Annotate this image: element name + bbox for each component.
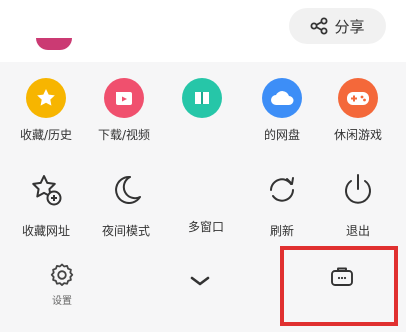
star-icon — [26, 78, 66, 118]
share-icon — [310, 17, 328, 35]
gamepad-icon — [338, 78, 378, 118]
menu-item-casual-games[interactable]: 休闲游戏 — [318, 78, 398, 143]
menu-item-refresh[interactable]: 刷新 — [242, 170, 322, 239]
menu-item-exit[interactable]: 退出 — [318, 170, 398, 239]
settings-button[interactable]: 设置 — [22, 262, 102, 307]
top-area: 分享 — [0, 0, 406, 62]
book-icon — [182, 78, 222, 118]
star-add-icon — [32, 175, 62, 206]
cloud-icon — [262, 78, 302, 118]
menu-item-download-video[interactable]: 下载/视频 — [84, 78, 164, 143]
power-icon — [345, 174, 371, 204]
download-video-icon — [104, 78, 144, 118]
highlight-box — [280, 246, 398, 326]
gear-icon — [50, 263, 74, 286]
menu-item-label: 收藏网址 — [21, 224, 70, 238]
collapse-button[interactable] — [160, 274, 240, 288]
menu-item-add-bookmark[interactable]: 收藏网址 — [6, 170, 86, 239]
multi-window-icon — [186, 170, 226, 210]
menu-item-cloud-drive[interactable]: 的网盘 — [242, 78, 322, 143]
refresh-icon — [270, 177, 294, 202]
menu-item-label: 夜间模式 — [101, 224, 150, 238]
menu-item-favorites-history[interactable]: 收藏/历史 — [6, 78, 86, 143]
menu-item-label: 休闲游戏 — [333, 128, 382, 142]
menu-item-label: 下载/视频 — [97, 128, 151, 142]
menu-item-reader[interactable] — [162, 78, 242, 126]
menu-item-multi-window[interactable]: 多窗口 — [166, 170, 246, 235]
menu-item-label: 收藏/历史 — [19, 128, 73, 142]
moon-icon — [115, 175, 141, 204]
menu-item-label: 退出 — [345, 224, 370, 238]
avatar[interactable] — [36, 38, 72, 50]
chevron-down-icon — [190, 276, 210, 286]
share-button[interactable]: 分享 — [289, 8, 386, 44]
menu-item-label: 刷新 — [269, 224, 294, 238]
share-label: 分享 — [334, 17, 365, 36]
menu-item-night-mode[interactable]: 夜间模式 — [86, 170, 166, 239]
menu-item-label: 的网盘 — [263, 128, 300, 142]
settings-label: 设置 — [52, 296, 72, 307]
menu-item-label: 多窗口 — [187, 220, 224, 234]
